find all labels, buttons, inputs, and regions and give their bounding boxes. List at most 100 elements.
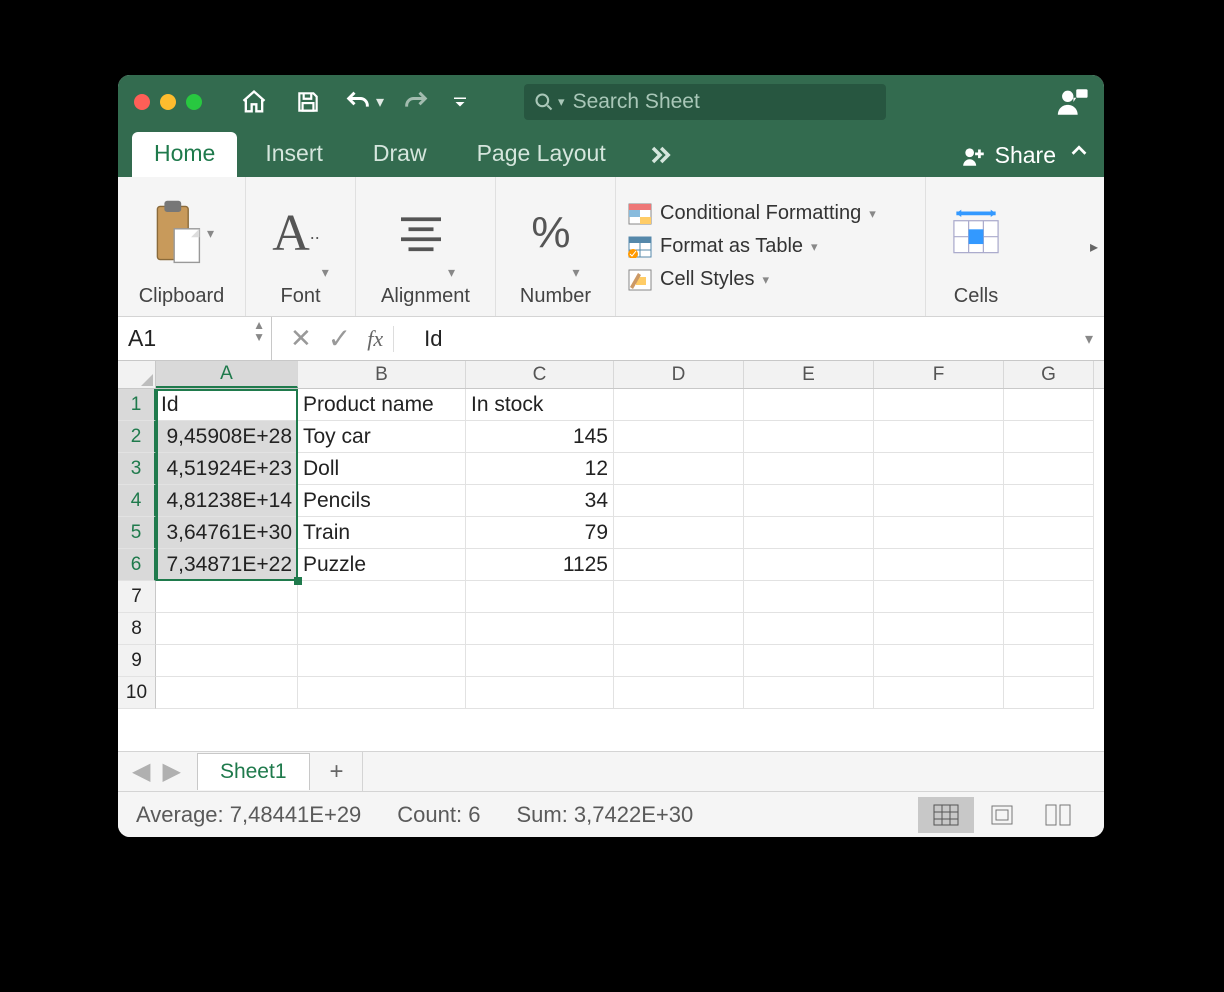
row-header[interactable]: 10 [118,677,156,709]
row-header[interactable]: 5 [118,517,156,549]
col-header-e[interactable]: E [744,361,874,388]
save-icon[interactable] [290,84,326,120]
tab-insert[interactable]: Insert [243,132,345,177]
cell[interactable]: 4,81238E+14 [156,485,298,517]
cell[interactable] [298,677,466,709]
cell[interactable] [156,581,298,613]
cell[interactable]: Puzzle [298,549,466,581]
cell[interactable] [156,645,298,677]
ribbon-group-font[interactable]: A..▾ Font [246,177,356,316]
cell[interactable] [614,453,744,485]
add-sheet-button[interactable]: + [312,752,363,792]
cell[interactable]: Pencils [298,485,466,517]
name-box[interactable]: A1 ▲ ▼ [118,317,272,360]
tab-home[interactable]: Home [132,132,237,177]
sheet-tab[interactable]: Sheet1 [197,753,310,790]
ribbon-overflow-icon[interactable]: ▸ [1090,237,1098,257]
cell[interactable] [614,549,744,581]
cell[interactable] [874,613,1004,645]
cell[interactable] [1004,581,1094,613]
cell[interactable] [156,613,298,645]
cell[interactable] [466,645,614,677]
cell[interactable] [744,517,874,549]
cell[interactable]: 9,45908E+28 [156,421,298,453]
row-header[interactable]: 3 [118,453,156,485]
cell[interactable] [614,485,744,517]
tabs-overflow-icon[interactable] [634,133,686,177]
cell[interactable] [744,581,874,613]
row-header[interactable]: 2 [118,421,156,453]
cell[interactable] [744,453,874,485]
ribbon-group-cells[interactable]: Cells [926,177,1026,316]
cell[interactable] [298,645,466,677]
cell[interactable] [1004,421,1094,453]
normal-view-icon[interactable] [918,797,974,833]
col-header-a[interactable]: A [156,361,298,388]
cell[interactable]: 1125 [466,549,614,581]
cell[interactable] [466,581,614,613]
cell[interactable] [614,613,744,645]
cell[interactable] [874,645,1004,677]
row-header[interactable]: 4 [118,485,156,517]
cell[interactable] [874,421,1004,453]
cell[interactable] [744,421,874,453]
collapse-ribbon-icon[interactable] [1068,140,1090,167]
cell[interactable] [1004,485,1094,517]
cell[interactable]: Toy car [298,421,466,453]
cell[interactable] [744,645,874,677]
search-dropdown-icon[interactable]: ▾ [558,94,565,110]
format-as-table-button[interactable]: Format as Table ▾ [628,235,913,258]
cell[interactable] [1004,517,1094,549]
ribbon-group-number[interactable]: %▾ Number [496,177,616,316]
cell[interactable]: Train [298,517,466,549]
col-header-c[interactable]: C [466,361,614,388]
redo-button[interactable] [402,88,430,116]
cell[interactable] [1004,549,1094,581]
cell[interactable] [614,517,744,549]
cell[interactable] [744,677,874,709]
cell[interactable]: 145 [466,421,614,453]
cell[interactable]: 79 [466,517,614,549]
cell[interactable]: Product name [298,389,466,421]
sheet-nav-next-icon[interactable]: ▶ [156,757,186,786]
cell[interactable] [298,581,466,613]
col-header-d[interactable]: D [614,361,744,388]
cell[interactable] [874,581,1004,613]
cell[interactable] [614,677,744,709]
row-header[interactable]: 1 [118,389,156,421]
cell[interactable]: 34 [466,485,614,517]
cell[interactable] [874,453,1004,485]
zoom-window-button[interactable] [186,94,202,110]
minimize-window-button[interactable] [160,94,176,110]
cell[interactable] [1004,389,1094,421]
cell[interactable]: 12 [466,453,614,485]
cell[interactable] [156,677,298,709]
cell[interactable] [874,517,1004,549]
cell[interactable]: Doll [298,453,466,485]
tab-page-layout[interactable]: Page Layout [455,132,628,177]
account-icon[interactable] [1052,82,1092,122]
cell[interactable] [298,613,466,645]
cell[interactable] [744,549,874,581]
cell[interactable] [1004,453,1094,485]
cell[interactable] [614,581,744,613]
page-break-view-icon[interactable] [1030,797,1086,833]
ribbon-group-alignment[interactable]: ▾ Alignment [356,177,496,316]
cell[interactable] [744,485,874,517]
cell[interactable]: Id [156,389,298,421]
cell[interactable] [614,389,744,421]
cell[interactable] [1004,677,1094,709]
cell[interactable]: In stock [466,389,614,421]
fx-icon[interactable]: fx [367,326,394,352]
row-header[interactable]: 7 [118,581,156,613]
cell[interactable] [1004,645,1094,677]
accept-formula-icon[interactable]: ✓ [328,322,351,355]
cancel-formula-icon[interactable]: ✕ [290,323,312,354]
row-header[interactable]: 6 [118,549,156,581]
col-header-g[interactable]: G [1004,361,1094,388]
undo-dropdown-icon[interactable]: ▾ [376,92,384,112]
cell[interactable] [614,645,744,677]
cell[interactable] [1004,613,1094,645]
share-button[interactable]: Share [961,142,1056,177]
select-all-corner[interactable] [118,361,156,388]
